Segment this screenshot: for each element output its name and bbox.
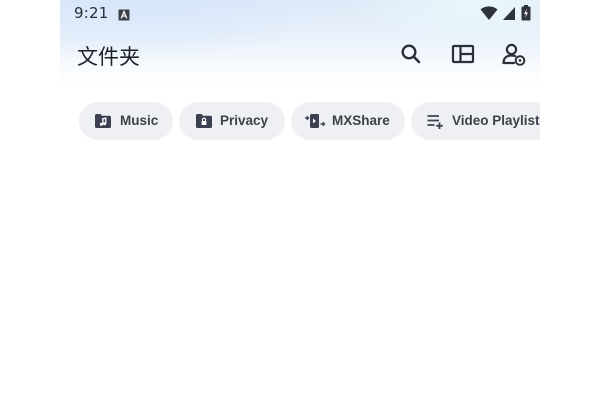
music-folder-icon — [94, 112, 112, 130]
lock-folder-icon — [195, 112, 213, 130]
search-button[interactable] — [397, 40, 425, 68]
chip-privacy-label: Privacy — [220, 113, 269, 128]
status-bar: 9:21 — [60, 0, 540, 26]
playlist-add-icon — [426, 112, 444, 130]
status-time: 9:21 — [74, 4, 109, 22]
chip-music[interactable]: Music — [79, 102, 173, 140]
user-settings-icon — [502, 43, 526, 66]
signal-icon — [503, 7, 515, 20]
search-icon — [401, 44, 421, 64]
layout-icon — [451, 44, 475, 64]
phone-screen: 9:21 文件夹 Music Privacy MXShare Video Pla… — [60, 0, 540, 400]
app-bar: 文件夹 — [60, 32, 540, 76]
wifi-icon — [480, 6, 498, 20]
chip-video-playlist[interactable]: Video Playlist — [411, 102, 540, 140]
battery-charging-icon — [521, 5, 531, 21]
chip-privacy[interactable]: Privacy — [179, 102, 285, 140]
chip-mxshare[interactable]: MXShare — [291, 102, 405, 140]
status-icons — [480, 5, 540, 21]
share-transfer-icon — [304, 112, 326, 130]
chip-music-label: Music — [120, 113, 159, 128]
user-settings-button[interactable] — [500, 40, 528, 68]
chip-mxshare-label: MXShare — [332, 113, 390, 128]
page-title: 文件夹 — [77, 45, 140, 69]
chip-video-playlist-label: Video Playlist — [452, 113, 540, 128]
layout-button[interactable] — [449, 40, 477, 68]
a-box-icon — [118, 6, 130, 21]
